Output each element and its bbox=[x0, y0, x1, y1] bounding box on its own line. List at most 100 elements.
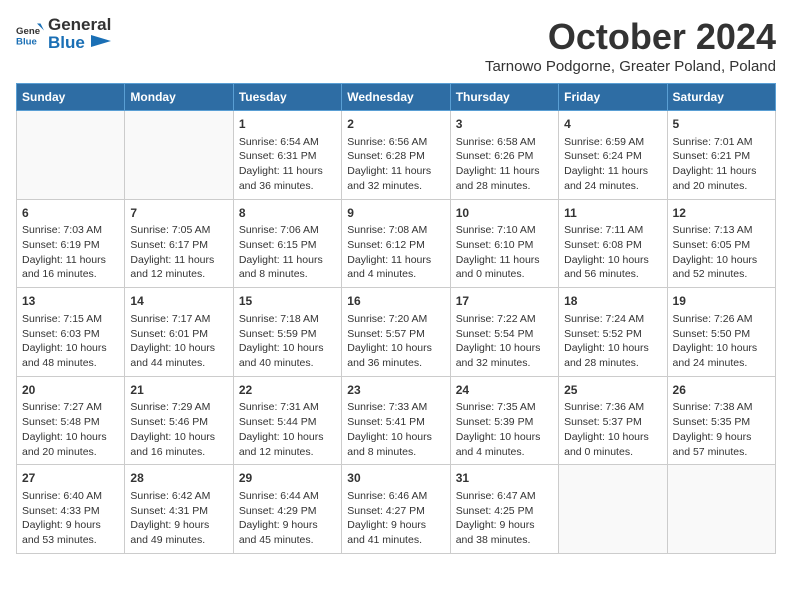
calendar-cell: 14 Sunrise: 7:17 AMSunset: 6:01 PMDayligh… bbox=[125, 288, 233, 377]
day-info: Sunrise: 6:42 AM bbox=[130, 489, 227, 504]
day-info: Sunset: 6:17 PM bbox=[130, 238, 227, 253]
day-info: Sunrise: 7:01 AM bbox=[673, 135, 770, 150]
day-number: 4 bbox=[564, 116, 661, 133]
header-monday: Monday bbox=[125, 84, 233, 111]
day-number: 28 bbox=[130, 470, 227, 487]
day-info: Sunset: 6:15 PM bbox=[239, 238, 336, 253]
day-info: Daylight: 11 hours and 16 minutes. bbox=[22, 253, 119, 282]
day-info: Sunrise: 6:47 AM bbox=[456, 489, 553, 504]
calendar-cell: 20Sunrise: 7:27 AMSunset: 5:48 PMDayligh… bbox=[17, 376, 125, 465]
week-row-3: 20Sunrise: 7:27 AMSunset: 5:48 PMDayligh… bbox=[17, 376, 776, 465]
day-info: Sunrise: 7:31 AM bbox=[239, 400, 336, 415]
page-header: Gene Blue General Blue October 2024 Tarn… bbox=[16, 16, 776, 75]
day-info: Sunset: 5:50 PM bbox=[673, 327, 770, 342]
day-number: 31 bbox=[456, 470, 553, 487]
week-row-1: 6Sunrise: 7:03 AMSunset: 6:19 PMDaylight… bbox=[17, 199, 776, 288]
day-info: Sunset: 5:54 PM bbox=[456, 327, 553, 342]
calendar-cell: 3Sunrise: 6:58 AMSunset: 6:26 PMDaylight… bbox=[450, 111, 558, 200]
logo-icon: Gene Blue bbox=[16, 20, 44, 48]
day-number: 13 bbox=[22, 293, 119, 310]
day-info: Sunrise: 6:40 AM bbox=[22, 489, 119, 504]
day-info: Sunset: 4:25 PM bbox=[456, 504, 553, 519]
calendar-cell: 7Sunrise: 7:05 AMSunset: 6:17 PMDaylight… bbox=[125, 199, 233, 288]
calendar-cell: 17Sunrise: 7:22 AMSunset: 5:54 PMDayligh… bbox=[450, 288, 558, 377]
day-info: Daylight: 10 hours and 40 minutes. bbox=[239, 341, 336, 370]
day-number: 3 bbox=[456, 116, 553, 133]
calendar-cell: 21Sunrise: 7:29 AMSunset: 5:46 PMDayligh… bbox=[125, 376, 233, 465]
day-info: Daylight: 10 hours and 28 minutes. bbox=[564, 341, 661, 370]
day-number: 1 bbox=[239, 116, 336, 133]
day-info: Sunset: 6:31 PM bbox=[239, 149, 336, 164]
calendar-cell: 25Sunrise: 7:36 AMSunset: 5:37 PMDayligh… bbox=[559, 376, 667, 465]
day-number: 30 bbox=[347, 470, 444, 487]
week-row-4: 27 Sunrise: 6:40 AMSunset: 4:33 PM Dayligh… bbox=[17, 465, 776, 554]
day-info: Daylight: 11 hours and 4 minutes. bbox=[347, 253, 444, 282]
day-number: 20 bbox=[22, 382, 119, 399]
day-info: Daylight: 11 hours and 20 minutes. bbox=[673, 164, 770, 193]
logo: Gene Blue General Blue bbox=[16, 16, 113, 53]
day-info: Sunset: 6:10 PM bbox=[456, 238, 553, 253]
day-info: Sunset: 5:59 PM bbox=[239, 327, 336, 342]
day-info: Sunrise: 7:38 AM bbox=[673, 400, 770, 415]
day-info: Sunrise: 6:59 AM bbox=[564, 135, 661, 150]
header-tuesday: Tuesday bbox=[233, 84, 341, 111]
day-info: Daylight: 11 hours and 0 minutes. bbox=[456, 253, 553, 282]
day-info: Daylight: 9 hours and 49 minutes. bbox=[130, 518, 227, 547]
day-info: Daylight: 10 hours and 52 minutes. bbox=[673, 253, 770, 282]
day-info: Sunset: 4:33 PM bbox=[22, 504, 119, 519]
calendar-cell: 11Sunrise: 7:11 AMSunset: 6:08 PMDayligh… bbox=[559, 199, 667, 288]
logo-blue-text: Blue bbox=[48, 33, 85, 52]
day-info: Sunrise: 7:06 AM bbox=[239, 223, 336, 238]
header-saturday: Saturday bbox=[667, 84, 775, 111]
day-number: 26 bbox=[673, 382, 770, 399]
day-number: 24 bbox=[456, 382, 553, 399]
day-info: Daylight: 10 hours and 16 minutes. bbox=[130, 430, 227, 459]
day-info: Sunrise: 6:46 AM bbox=[347, 489, 444, 504]
day-info: Daylight: 10 hours and 36 minutes. bbox=[347, 341, 444, 370]
day-info: Sunrise: 6:56 AM bbox=[347, 135, 444, 150]
header-thursday: Thursday bbox=[450, 84, 558, 111]
day-info: Daylight: 10 hours and 24 minutes. bbox=[673, 341, 770, 370]
day-info: Sunrise: 7:15 AM bbox=[22, 312, 119, 327]
calendar-cell: 8Sunrise: 7:06 AMSunset: 6:15 PMDaylight… bbox=[233, 199, 341, 288]
day-info: Sunset: 4:29 PM bbox=[239, 504, 336, 519]
calendar-cell bbox=[667, 465, 775, 554]
day-info: Daylight: 10 hours and 44 minutes. bbox=[130, 341, 227, 370]
day-number: 21 bbox=[130, 382, 227, 399]
day-info: Sunrise: 7:27 AM bbox=[22, 400, 119, 415]
day-number: 27 bbox=[22, 470, 119, 487]
calendar-cell: 13Sunrise: 7:15 AMSunset: 6:03 PMDayligh… bbox=[17, 288, 125, 377]
day-info: Sunrise: 7:22 AM bbox=[456, 312, 553, 327]
day-number: 10 bbox=[456, 205, 553, 222]
day-info: Sunset: 6:21 PM bbox=[673, 149, 770, 164]
day-info: Daylight: 10 hours and 4 minutes. bbox=[456, 430, 553, 459]
day-info: Sunrise: 7:36 AM bbox=[564, 400, 661, 415]
calendar-cell: 28Sunrise: 6:42 AMSunset: 4:31 PMDayligh… bbox=[125, 465, 233, 554]
calendar-cell: 2Sunrise: 6:56 AMSunset: 6:28 PMDaylight… bbox=[342, 111, 450, 200]
day-number: 22 bbox=[239, 382, 336, 399]
calendar-cell: 15Sunrise: 7:18 AMSunset: 5:59 PMDayligh… bbox=[233, 288, 341, 377]
day-number: 23 bbox=[347, 382, 444, 399]
day-info: Sunset: 5:52 PM bbox=[564, 327, 661, 342]
calendar-cell: 23Sunrise: 7:33 AMSunset: 5:41 PMDayligh… bbox=[342, 376, 450, 465]
calendar-cell: 30Sunrise: 6:46 AMSunset: 4:27 PMDayligh… bbox=[342, 465, 450, 554]
day-info: Daylight: 9 hours and 45 minutes. bbox=[239, 518, 336, 547]
day-info: Daylight: 9 hours and 41 minutes. bbox=[347, 518, 444, 547]
svg-text:Blue: Blue bbox=[16, 37, 37, 48]
day-info: Sunrise: 7:33 AM bbox=[347, 400, 444, 415]
day-info: Sunset: 6:01 PM bbox=[130, 327, 227, 342]
logo-general-text: General bbox=[48, 15, 111, 34]
day-info: Sunrise: 7:20 AM bbox=[347, 312, 444, 327]
day-info: Sunrise: 7:17 AM bbox=[130, 312, 227, 327]
day-number: 14 bbox=[130, 293, 227, 310]
day-number: 29 bbox=[239, 470, 336, 487]
day-info: Daylight: 11 hours and 36 minutes. bbox=[239, 164, 336, 193]
calendar-cell bbox=[17, 111, 125, 200]
calendar-cell: 4Sunrise: 6:59 AMSunset: 6:24 PMDaylight… bbox=[559, 111, 667, 200]
day-number: 2 bbox=[347, 116, 444, 133]
calendar-cell: 1Sunrise: 6:54 AMSunset: 6:31 PMDaylight… bbox=[233, 111, 341, 200]
day-info: Daylight: 9 hours and 38 minutes. bbox=[456, 518, 553, 547]
day-number: 18 bbox=[564, 293, 661, 310]
day-info: Daylight: 10 hours and 32 minutes. bbox=[456, 341, 553, 370]
day-info: Sunrise: 7:35 AM bbox=[456, 400, 553, 415]
